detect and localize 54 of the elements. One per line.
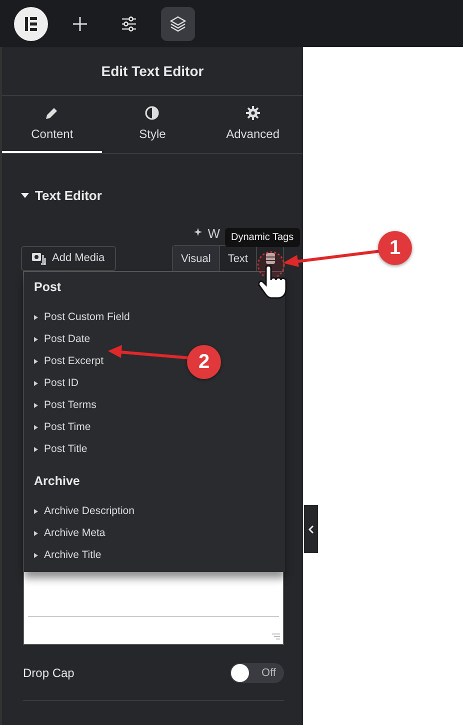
menu-item[interactable]: Archive Meta [34, 522, 106, 544]
menu-item[interactable]: Post Excerpt [34, 350, 104, 372]
menu-item[interactable]: Post Time [34, 416, 91, 438]
highlight-ring [257, 251, 285, 279]
caret-icon[interactable] [21, 192, 29, 198]
step-badge: 1 [378, 231, 412, 265]
menu-item[interactable]: Post Custom Field [34, 306, 130, 328]
chevron-icon [34, 380, 38, 386]
tooltip: Dynamic Tags [225, 228, 300, 247]
editor-tab[interactable]: Visual [173, 246, 220, 271]
section-title: Text Editor [35, 188, 102, 203]
dynamic-tags-button[interactable] [257, 246, 283, 271]
gear-icon [246, 106, 260, 120]
panel-title: Edit Text Editor [101, 63, 204, 79]
layers-button[interactable] [161, 6, 195, 40]
resize-grip-icon [272, 633, 280, 641]
menu-group-title: Archive [34, 474, 81, 488]
panel-tab[interactable]: Advanced [202, 96, 303, 153]
menu-item[interactable]: Post Title [34, 438, 88, 460]
editor-tab[interactable]: Text [220, 246, 257, 271]
chevron-left-icon [308, 524, 314, 534]
drop-cap-label: Drop Cap [23, 666, 74, 680]
sliders-icon [121, 16, 137, 32]
chevron-icon [34, 402, 38, 408]
chevron-icon [34, 530, 38, 536]
add-media-button[interactable]: Add Media [21, 246, 116, 270]
menu-item[interactable]: Archive Description [34, 500, 134, 522]
contrast-icon [145, 106, 160, 120]
drop-cap-toggle[interactable]: Off [230, 663, 284, 683]
media-icon [32, 252, 46, 264]
menu-group-title: Post [34, 280, 62, 294]
menu-item[interactable]: Post Date [34, 328, 90, 350]
chevron-icon [34, 508, 38, 514]
database-icon [266, 253, 274, 264]
ai-link[interactable]: W [208, 226, 220, 240]
chevron-icon [34, 552, 38, 558]
chevron-icon [34, 358, 38, 364]
logo-icon [14, 6, 48, 40]
hand-cursor-icon [258, 265, 287, 299]
layers-icon [170, 16, 186, 32]
logo-button[interactable] [14, 6, 48, 40]
panel-tab[interactable]: Content [2, 96, 102, 153]
panel-tab[interactable]: Style [102, 96, 203, 153]
menu-item[interactable]: Post ID [34, 372, 78, 394]
chevron-icon [34, 424, 38, 430]
chevron-icon [34, 336, 38, 342]
add-icon [72, 16, 88, 32]
collapse-handle[interactable] [304, 505, 318, 553]
pencil-icon [45, 106, 60, 120]
chevron-icon [34, 446, 38, 452]
sparkle-icon [194, 228, 204, 238]
menu-item[interactable]: Archive Title [34, 544, 102, 566]
menu-item[interactable]: Post Terms [34, 394, 96, 416]
chevron-icon [34, 314, 38, 320]
